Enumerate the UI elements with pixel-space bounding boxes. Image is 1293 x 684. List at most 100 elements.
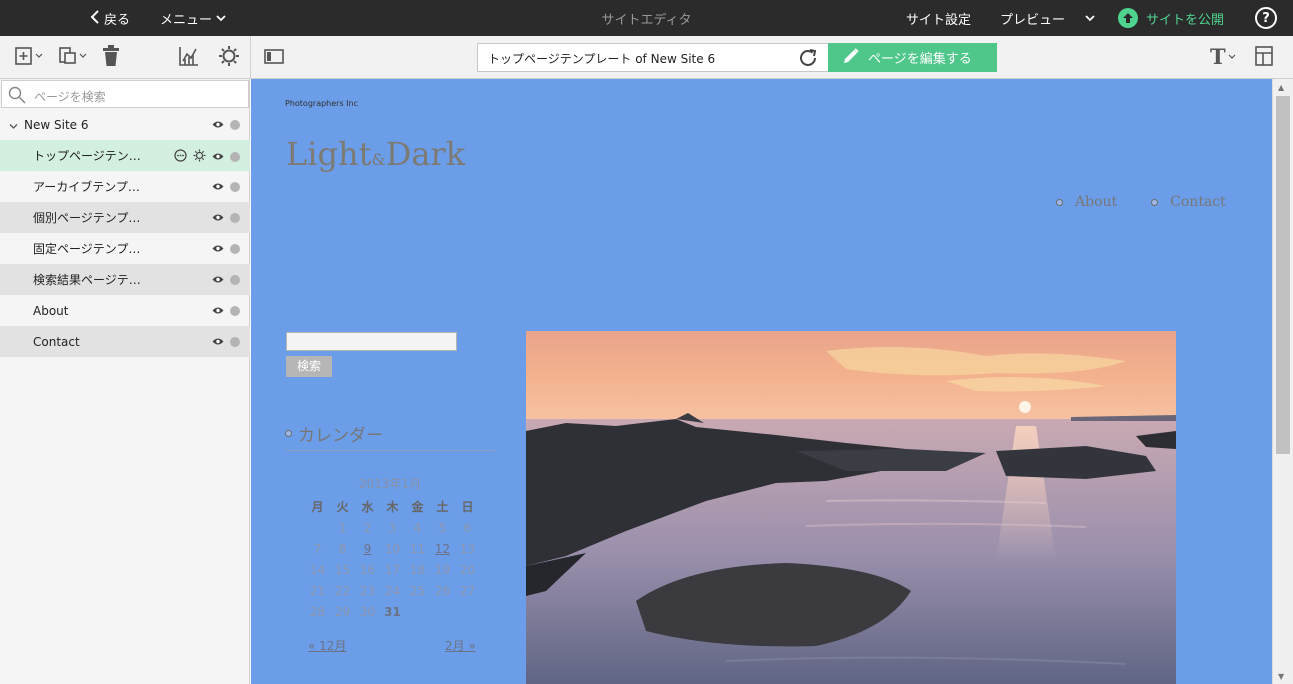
calendar-day: 4 [413,521,422,535]
status-dot [230,275,240,285]
bullet-icon [1056,198,1063,206]
page-label: アーカイブテンプ… [33,180,140,194]
nav-item-about[interactable]: About [1056,194,1117,210]
eye-icon[interactable] [212,118,224,132]
add-page-icon [14,45,44,70]
edit-page-label: ページを編集する [868,52,972,67]
site-search-input[interactable] [286,332,457,351]
back-label: 戻る [104,13,131,28]
calendar-day[interactable]: 9 [355,542,380,557]
calendar-day: 18 [409,563,426,577]
sidebar-item-top-template[interactable]: トップページテン… [0,140,250,171]
help-icon[interactable]: ? [1255,7,1277,29]
calendar-day: 27 [459,584,476,598]
sidebar-item-about[interactable]: About [0,295,250,326]
site-settings-button[interactable]: サイト設定 [906,9,971,28]
page-url-field[interactable]: トップページテンプレート of New Site 6 [477,43,829,72]
eye-icon[interactable] [212,273,224,287]
calendar-heading: カレンダー [285,421,495,451]
page-label: 固定ページテンプ… [33,242,141,256]
nav-item-contact[interactable]: Contact [1151,194,1226,210]
scroll-up-icon[interactable]: ▲ [1278,83,1284,92]
site-search-button[interactable]: 検索 [286,356,332,377]
eye-icon[interactable] [212,304,224,318]
toggle-sidebar-button[interactable] [263,46,285,68]
sidebar-item-search-results-template[interactable]: 検索結果ページテ… [0,264,250,295]
page-label: About [33,303,69,318]
sidebar-item-single-template[interactable]: 個別ページテンプ… [0,202,250,233]
search-placeholder: ページを検索 [34,90,106,104]
duplicate-page-button[interactable] [58,46,88,68]
sidebar-panel-icon [263,45,285,70]
gear-icon [218,45,240,70]
calendar-weekday: 金 [411,500,424,514]
top-bar: 戻る メニュー サイトエディタ サイト設定 プレビュー サイトを公開 ? [0,0,1293,36]
logo-amp: & [371,150,386,169]
add-page-button[interactable] [14,46,44,68]
site-tagline: Photographers Inc [285,99,358,108]
sidebar-item-archive-template[interactable]: アーカイブテンプ… [0,171,250,202]
calendar-prev-link[interactable]: « 12月 [308,637,346,654]
more-options-icon[interactable] [174,149,187,165]
preview-button[interactable]: プレビュー [1000,9,1095,28]
svg-text:T: T [1210,45,1226,67]
chevron-down-icon[interactable] [9,119,18,133]
page-preview[interactable]: Photographers Inc Light&Dark About Conta… [251,79,1272,684]
reload-icon[interactable] [796,46,820,70]
publish-label: サイトを公開 [1146,12,1225,28]
search-icon [8,86,26,107]
calendar-next-link[interactable]: 2月 » [445,637,476,654]
scrollbar-thumb[interactable] [1276,96,1290,454]
calendar-day: 15 [334,563,351,577]
status-dot [230,244,240,254]
pencil-icon [842,47,860,69]
site-name: New Site 6 [24,117,89,132]
chevron-down-icon [216,11,226,26]
hero-photo [526,331,1176,684]
site-node[interactable]: New Site 6 [0,109,250,140]
eye-icon[interactable] [212,211,224,225]
calendar-day: 21 [309,584,326,598]
site-nav: About Contact [1056,194,1226,210]
page-label: Contact [33,334,80,349]
eye-icon[interactable] [212,180,224,194]
calendar-empty-cell [430,605,455,620]
analytics-button[interactable] [178,46,200,68]
calendar-day: 19 [434,563,451,577]
status-dot [230,337,240,347]
calendar-day: 31 [384,605,401,619]
typography-button[interactable]: T [1209,44,1237,70]
eye-icon[interactable] [212,335,224,349]
status-dot [230,120,240,130]
calendar-day[interactable]: 12 [430,542,455,557]
sidebar-item-contact[interactable]: Contact [0,326,250,357]
edit-page-button[interactable]: ページを編集する [828,43,997,72]
calendar-day: 10 [384,542,401,556]
chevron-down-icon [1085,11,1095,26]
page-sidebar: ページを検索 New Site 6 トップページテン… アーカイブテンプ… 個別… [0,79,250,684]
eye-icon[interactable] [212,150,224,164]
menu-label: メニュー [160,13,213,28]
status-dot [230,182,240,192]
back-button[interactable]: 戻る [90,9,130,28]
menu-button[interactable]: メニュー [160,9,226,28]
settings-button[interactable] [218,45,240,70]
eye-icon[interactable] [212,242,224,256]
site-logo[interactable]: Light&Dark [286,135,465,173]
layout-button[interactable] [1254,45,1274,68]
publish-site-button[interactable]: サイトを公開 [1118,8,1224,28]
scroll-down-icon[interactable]: ▼ [1278,672,1284,681]
status-dot [230,306,240,316]
preview-scrollbar[interactable]: ▲ ▼ [1272,79,1293,684]
calendar-day: 20 [459,563,476,577]
gear-icon[interactable] [193,149,206,165]
text-format-icon: T [1209,44,1237,70]
calendar-heading-text: カレンダー [298,426,383,446]
delete-page-button[interactable] [101,44,121,68]
calendar-empty-cell [405,605,430,620]
sidebar-item-fixed-template[interactable]: 固定ページテンプ… [0,233,250,264]
calendar-day: 23 [359,584,376,598]
page-search-input[interactable]: ページを検索 [1,80,249,108]
preview-label: プレビュー [1000,13,1066,28]
bullet-icon [285,430,292,437]
